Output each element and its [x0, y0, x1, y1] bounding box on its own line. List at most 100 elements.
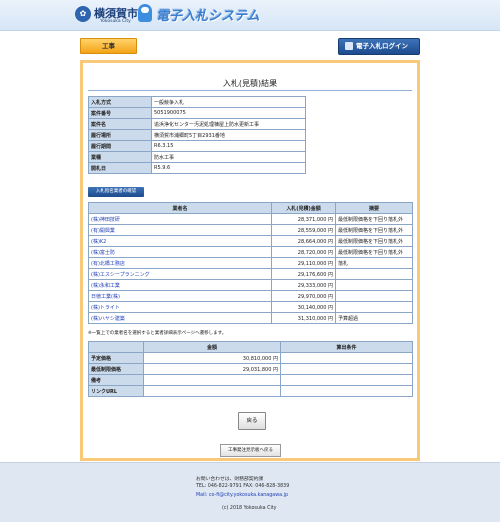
bid-remark	[335, 268, 413, 280]
bid-amount: 30,140,000 円	[271, 301, 336, 313]
footer-mail-link[interactable]: Mail: co-fi@city.yokosuka.kanagawa.jp	[196, 493, 288, 498]
bid-remark: 落札	[335, 257, 413, 269]
bidder-list-button[interactable]: 入札指名業者の確認	[88, 187, 144, 197]
main-panel: 入札(見積)結果 入札方式 一般競争入札 案件番号 5051900075 案件名 追浜…	[80, 60, 420, 461]
monitor-icon	[345, 42, 353, 50]
price-table: 金額 算出条件 予定価格 30,810,000 円 最低制限価格 29,031,80…	[88, 341, 413, 397]
bid-amount: 28,371,000 円	[271, 213, 336, 225]
nav-bar: 工事 電子入札ログイン	[80, 38, 420, 55]
company-link[interactable]: (株)神田技研	[88, 213, 272, 225]
column-header-condition: 算出条件	[280, 341, 413, 353]
info-label: 業種	[88, 151, 152, 163]
price-label: 備考	[88, 374, 144, 386]
bid-amount: 28,559,000 円	[271, 224, 336, 236]
bid-amount: 28,664,000 円	[271, 235, 336, 247]
results-header-row: 業者名 入札(見積)金額 摘要	[88, 202, 413, 214]
bid-remark: 最低制限価格を下回り落札外	[335, 224, 413, 236]
return-to-list-button[interactable]: 工事発注見示板へ戻る	[220, 444, 281, 457]
price-label: 予定価格	[88, 352, 144, 364]
info-row: 案件名 追浜浄化センター汚泥処理棟屋上防水更新工事	[88, 118, 306, 130]
info-row: 業種 防水工事	[88, 151, 306, 163]
price-header-row: 金額 算出条件	[88, 341, 413, 353]
site-header: ✿ 横須賀市 Yokosuka City 電子入札システム	[0, 0, 500, 31]
bid-results-table: 業者名 入札(見積)金額 摘要 (株)神田技研 28,371,000 円最低制限価…	[88, 202, 413, 324]
mascot-icon	[138, 4, 152, 22]
results-note: ※一覧上での業者名を選択すると業者詳細表示ページへ遷移します。	[88, 331, 227, 336]
login-button[interactable]: 電子入札ログイン	[338, 38, 420, 55]
table-row: 日徳工業(株) 29,970,000 円	[88, 290, 413, 302]
bid-amount: 29,176,600 円	[271, 268, 336, 280]
footer-phone: TEL: 046-822-9791 FAX: 046-828-3839	[196, 484, 290, 489]
column-header-remarks: 摘要	[335, 202, 413, 214]
column-header-blank	[88, 341, 144, 353]
table-row: (株)ハヤシ建築 31,310,000 円予算超過	[88, 312, 413, 324]
bid-amount: 29,333,000 円	[271, 279, 336, 291]
price-condition	[280, 385, 413, 397]
info-label: 案件番号	[88, 107, 152, 119]
info-value: 防水工事	[151, 151, 306, 163]
price-label: 最低制限価格	[88, 363, 144, 375]
back-button[interactable]: 戻る	[238, 412, 266, 430]
info-row: 入札方式 一般競争入札	[88, 96, 306, 108]
bid-amount: 31,310,000 円	[271, 312, 336, 324]
info-label: 入札方式	[88, 96, 152, 108]
footer-copyright: (c) 2018 Yokosuka City	[222, 506, 277, 511]
title-divider	[88, 90, 412, 91]
table-row: (株)エスシープランニング 29,176,600 円	[88, 268, 413, 280]
table-row: (株)永和工業 29,333,000 円	[88, 279, 413, 291]
bid-remark	[335, 290, 413, 302]
bid-remark: 最低制限価格を下回り落札外	[335, 246, 413, 258]
company-link[interactable]: (株)K2	[88, 235, 272, 247]
table-row: (株)富士防 28,720,000 円最低制限価格を下回り落札外	[88, 246, 413, 258]
column-header-company: 業者名	[88, 202, 272, 214]
price-amount: 29,031,800 円	[143, 363, 281, 375]
table-row: 最低制限価格 29,031,800 円	[88, 363, 413, 375]
info-row: 履行期間 R6.3.15	[88, 140, 306, 152]
info-value: R6.3.15	[151, 140, 306, 152]
price-condition	[280, 374, 413, 386]
table-row: (有)開興業 28,559,000 円最低制限価格を下回り落札外	[88, 224, 413, 236]
company-link[interactable]: (有)北橋工務店	[88, 257, 272, 269]
info-value: R5.9.6	[151, 162, 306, 174]
company-link[interactable]: (株)トライト	[88, 301, 272, 313]
bid-remark: 最低制限価格を下回り落札外	[335, 235, 413, 247]
system-title: 電子入札システム	[156, 9, 260, 24]
column-header-amount: 入札(見積)金額	[271, 202, 336, 214]
table-row: (株)トライト 30,140,000 円	[88, 301, 413, 313]
table-row: リンクURL	[88, 385, 413, 397]
price-amount	[143, 374, 281, 386]
info-row: 案件番号 5051900075	[88, 107, 306, 119]
site-footer: お問い合わせは、財務部契約課 TEL: 046-822-9791 FAX: 04…	[0, 462, 500, 522]
price-amount	[143, 385, 281, 397]
table-row: 予定価格 30,810,000 円	[88, 352, 413, 364]
bid-remark: 最低制限価格を下回り落札外	[335, 213, 413, 225]
info-row: 開札日 R5.9.6	[88, 162, 306, 174]
city-seal-icon: ✿	[75, 6, 91, 22]
company-link[interactable]: (有)開興業	[88, 224, 272, 236]
bid-remark	[335, 279, 413, 291]
page-title: 入札(見積)結果	[222, 79, 278, 88]
table-row: 備考	[88, 374, 413, 386]
table-row: (有)北橋工務店 29,110,000 円落札	[88, 257, 413, 269]
bid-amount: 29,110,000 円	[271, 257, 336, 269]
price-label: リンクURL	[88, 385, 144, 397]
table-row: (株)K2 28,664,000 円最低制限価格を下回り落札外	[88, 235, 413, 247]
info-value: 一般競争入札	[151, 96, 306, 108]
city-name-en: Yokosuka City	[100, 19, 131, 24]
bid-amount: 28,720,000 円	[271, 246, 336, 258]
info-value: 横須賀市浦郷町5丁目2931番地	[151, 129, 306, 141]
bid-remark: 予算超過	[335, 312, 413, 324]
company-link[interactable]: 日徳工業(株)	[88, 290, 272, 302]
company-link[interactable]: (株)ハヤシ建築	[88, 312, 272, 324]
bid-remark	[335, 301, 413, 313]
info-row: 履行場所 横須賀市浦郷町5丁目2931番地	[88, 129, 306, 141]
table-row: (株)神田技研 28,371,000 円最低制限価格を下回り落札外	[88, 213, 413, 225]
tab-construction[interactable]: 工事	[80, 38, 137, 54]
company-link[interactable]: (株)富士防	[88, 246, 272, 258]
info-label: 履行場所	[88, 129, 152, 141]
bid-info-table: 入札方式 一般競争入札 案件番号 5051900075 案件名 追浜浄化センター汚泥処…	[88, 96, 306, 174]
price-condition	[280, 352, 413, 364]
info-label: 案件名	[88, 118, 152, 130]
company-link[interactable]: (株)永和工業	[88, 279, 272, 291]
company-link[interactable]: (株)エスシープランニング	[88, 268, 272, 280]
